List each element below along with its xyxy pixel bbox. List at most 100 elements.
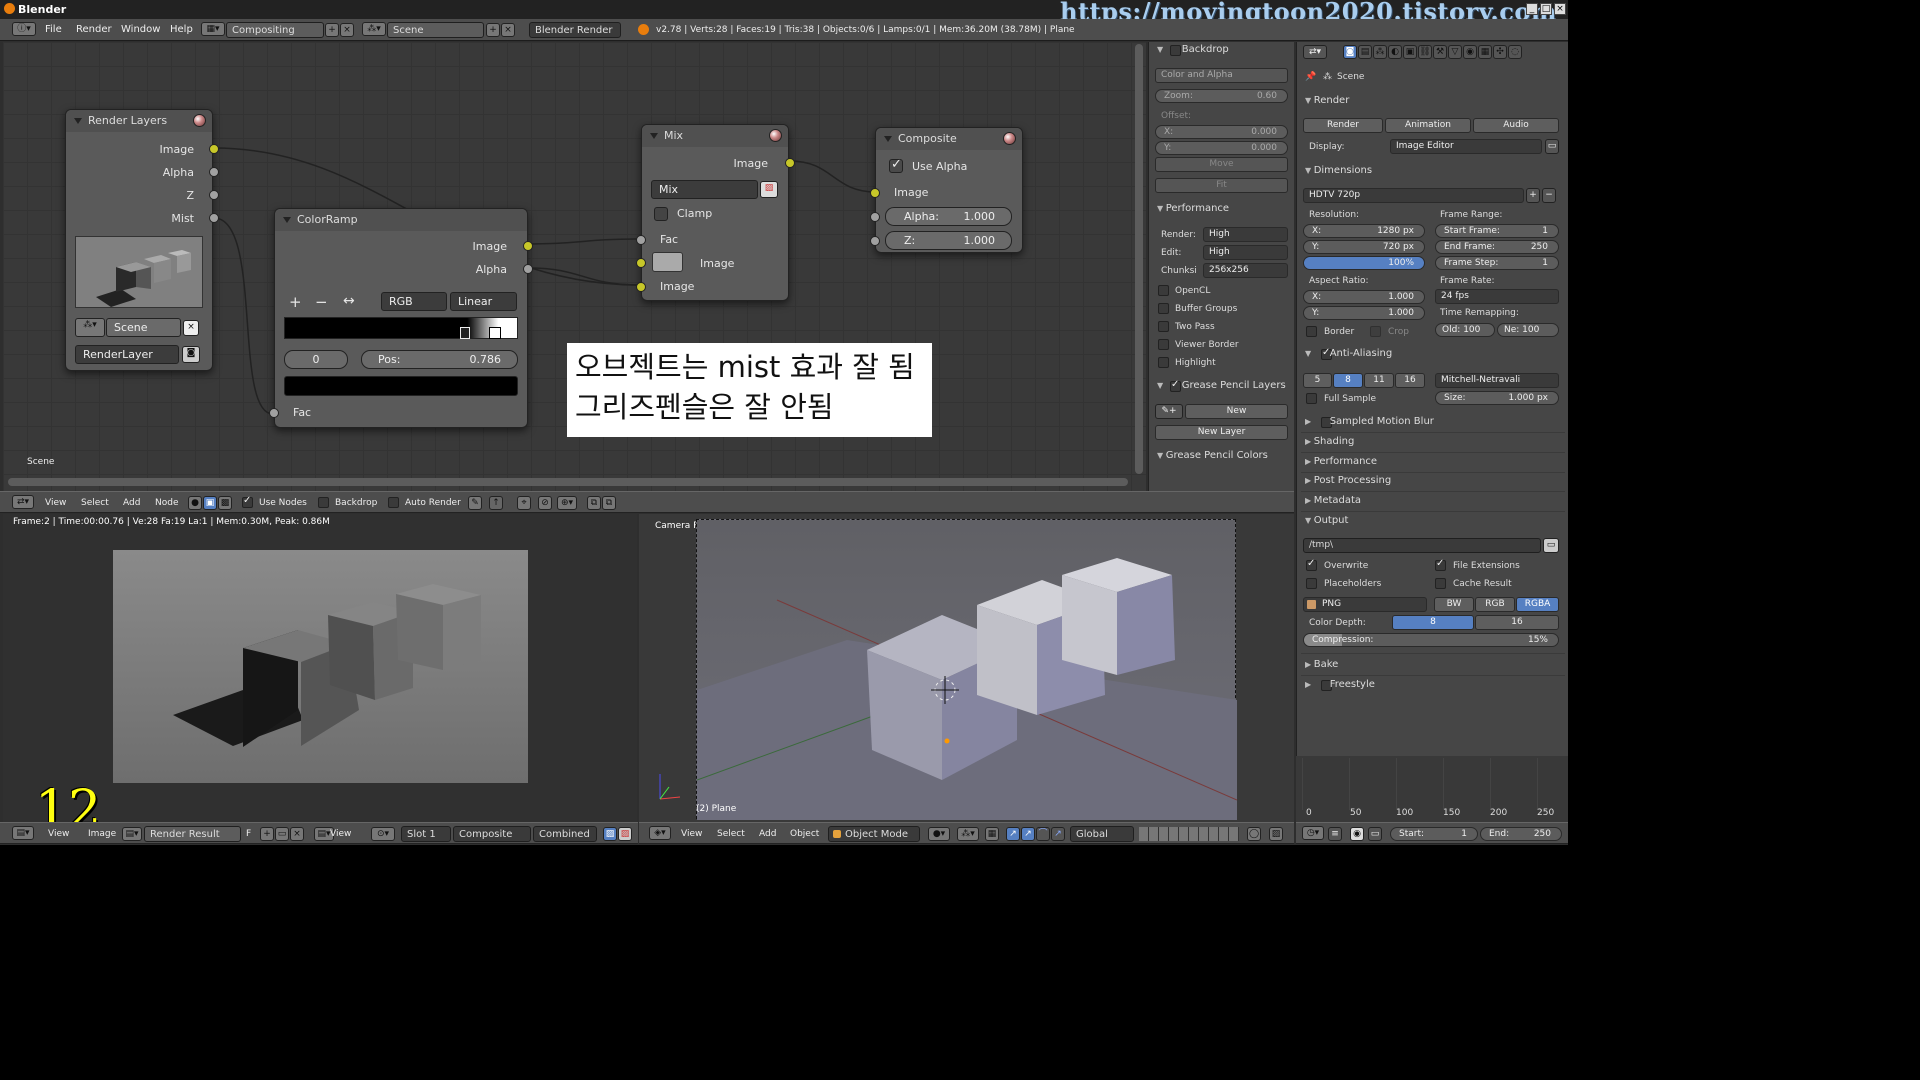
performance-panel-title[interactable]: Performance	[1157, 203, 1229, 214]
mix-alpha-toggle-icon[interactable]: ▨	[760, 181, 778, 198]
chunks-select[interactable]: 256x256	[1203, 263, 1288, 278]
copy-icon[interactable]: ⧉	[587, 496, 601, 510]
render-camera-icon[interactable]: ◙	[182, 346, 200, 363]
aa-samples-5[interactable]: 5	[1303, 373, 1332, 388]
image-browse-icon[interactable]: ▤▾	[122, 827, 142, 841]
offset-x-field[interactable]: X: 0.000	[1155, 125, 1288, 139]
pivot-icon[interactable]: ⊙▾	[371, 827, 395, 841]
aspect-x-field[interactable]: X: 1.000	[1303, 290, 1425, 304]
node-menu-node[interactable]: Node	[155, 496, 179, 510]
scale-icon[interactable]: ↗	[1051, 827, 1065, 841]
fake-user-toggle[interactable]: F	[246, 827, 251, 841]
node-menu-view[interactable]: View	[45, 496, 66, 510]
backdrop-channels-select[interactable]: Color and Alpha	[1155, 68, 1288, 83]
layer-buttons[interactable]	[1139, 827, 1239, 841]
flip-ramp-icon[interactable]: ↔	[343, 293, 355, 309]
particles-tab-icon[interactable]: ✣	[1493, 45, 1507, 59]
render-button[interactable]: Render	[1303, 118, 1383, 133]
compression-slider[interactable]: Compression: 15%	[1303, 633, 1559, 647]
menu-help[interactable]: Help	[170, 22, 193, 38]
ramp-stop-index-field[interactable]: 0	[284, 350, 348, 369]
rotate-gizmo-icon[interactable]: ⌒	[1036, 827, 1050, 841]
aspect-y-field[interactable]: Y: 1.000	[1303, 306, 1425, 320]
color-ramp-gradient[interactable]	[284, 317, 518, 339]
composite-input-image-socket[interactable]	[870, 188, 880, 198]
shader-nodes-icon[interactable]: ●	[188, 496, 202, 510]
translate-icon[interactable]: ↗	[1006, 827, 1020, 841]
3d-viewport[interactable]: Camera Persp (2) Plane	[639, 514, 1294, 822]
file-format-select[interactable]: PNG	[1303, 597, 1427, 612]
lock-layers-icon[interactable]: ◯	[1247, 827, 1261, 841]
zoom-field[interactable]: Zoom: 0.60	[1155, 89, 1288, 103]
mix-input-image1-socket[interactable]	[636, 258, 646, 268]
full-sample-checkbox[interactable]	[1306, 393, 1317, 404]
screen-layout-field[interactable]: Compositing	[226, 22, 324, 38]
post-processing-panel-title[interactable]: Post Processing	[1305, 475, 1392, 486]
parent-icon[interactable]: ↑	[489, 496, 503, 510]
unlink-scene-icon[interactable]: ×	[183, 320, 199, 336]
shading-panel-title[interactable]: Shading	[1305, 436, 1355, 447]
buffer-groups-checkbox[interactable]	[1158, 303, 1169, 314]
grease-new-button[interactable]: New	[1185, 404, 1288, 419]
scene-browse-icon[interactable]: ⁂▾	[75, 318, 105, 337]
viewport-shading-icon[interactable]: ●▾	[928, 827, 950, 841]
ramp-interpolation-select[interactable]: Linear	[450, 292, 517, 311]
pass-select[interactable]: Combined	[533, 826, 597, 842]
mix-input-image2-socket[interactable]	[636, 282, 646, 292]
fit-button[interactable]: Fit	[1155, 178, 1288, 193]
new-layer-button[interactable]: New Layer	[1155, 425, 1288, 440]
layer-select[interactable]: Composite	[453, 826, 531, 842]
scene-icon[interactable]: ⁂▾	[362, 22, 386, 36]
ramp-pos-field[interactable]: Pos: 0.786	[361, 350, 518, 369]
pivot-point-icon[interactable]: ⁂▾	[957, 827, 979, 841]
time-remap-old-field[interactable]: Old: 100	[1435, 323, 1495, 337]
aa-samples-11[interactable]: 11	[1364, 373, 1394, 388]
mix-input-fac-socket[interactable]	[636, 235, 646, 245]
animation-button[interactable]: Animation	[1385, 118, 1471, 133]
output-mist-socket[interactable]	[209, 213, 219, 223]
node-menu-add[interactable]: Add	[123, 496, 140, 510]
ramp-color-mode-select[interactable]: RGB	[381, 292, 447, 311]
image-menu-image[interactable]: Image	[88, 827, 116, 841]
anti-aliasing-panel-title[interactable]: Anti-Aliasing	[1305, 348, 1392, 359]
object-tab-icon[interactable]: ▣	[1403, 45, 1417, 59]
render-preset-select[interactable]: HDTV 720p	[1303, 188, 1524, 203]
file-extensions-checkbox[interactable]	[1435, 558, 1446, 571]
render-layers-scene-field[interactable]: Scene	[106, 318, 181, 337]
resolution-percentage-field[interactable]: 100%	[1303, 256, 1425, 270]
two-pass-checkbox[interactable]	[1158, 321, 1169, 332]
aa-size-field[interactable]: Size: 1.000 px	[1435, 391, 1559, 405]
texture-nodes-icon[interactable]: ▩	[218, 496, 232, 510]
node-menu-select[interactable]: Select	[81, 496, 109, 510]
texture-tab-icon[interactable]: ▦	[1478, 45, 1492, 59]
placeholders-checkbox[interactable]	[1306, 578, 1317, 589]
move-button[interactable]: Move	[1155, 157, 1288, 172]
timeline-editor-type-icon[interactable]: ◷▾	[1302, 826, 1324, 840]
render-layers-tab-icon[interactable]: ▤	[1358, 45, 1372, 59]
pin-icon[interactable]: ✎	[468, 496, 482, 510]
render-panel-title[interactable]: Render	[1305, 95, 1350, 106]
mix-title[interactable]: Mix	[642, 125, 788, 147]
performance-props-panel-title[interactable]: Performance	[1305, 456, 1377, 467]
node-editor-vertical-scrollbar[interactable]	[1135, 44, 1143, 474]
node-preview-sphere-icon[interactable]	[193, 114, 206, 127]
add-scene-icon[interactable]: +	[486, 23, 500, 37]
grease-pencil-layers-title[interactable]: Grease Pencil Layers	[1157, 380, 1286, 391]
composite-title[interactable]: Composite	[876, 128, 1022, 150]
end-frame-field[interactable]: End Frame: 250	[1435, 240, 1559, 254]
material-tab-icon[interactable]: ◉	[1463, 45, 1477, 59]
image-menu-view[interactable]: View	[48, 827, 69, 841]
magnet-icon[interactable]: ⊘	[538, 496, 552, 510]
grease-pencil-colors-title[interactable]: Grease Pencil Colors	[1157, 450, 1268, 461]
offset-y-field[interactable]: Y: 0.000	[1155, 141, 1288, 155]
border-checkbox[interactable]	[1306, 326, 1317, 337]
image-editor[interactable]: Frame:2 | Time:00:00.76 | Ve:28 Fa:19 La…	[3, 514, 637, 822]
color-depth-8[interactable]: 8	[1392, 615, 1474, 630]
physics-tab-icon[interactable]: ◌	[1508, 45, 1522, 59]
colorramp-title[interactable]: ColorRamp	[275, 209, 527, 231]
remove-stop-icon[interactable]: −	[315, 293, 328, 311]
render-layers-title[interactable]: Render Layers	[66, 110, 212, 132]
viewer-border-checkbox[interactable]	[1158, 339, 1169, 350]
composite-alpha-field[interactable]: Alpha: 1.000	[885, 207, 1012, 226]
auto-render-checkbox[interactable]	[388, 497, 399, 508]
